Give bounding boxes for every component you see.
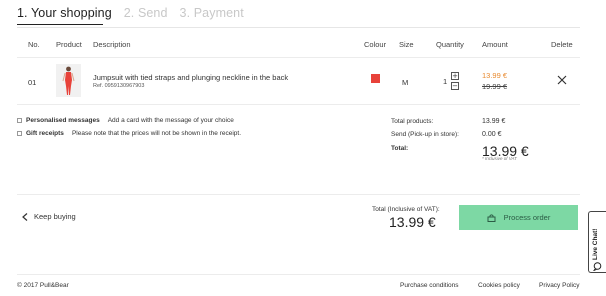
step-send[interactable]: 2. Send [124,6,168,20]
header-product: Product [56,40,82,49]
chat-bubble-icon [593,262,602,271]
price-original: 19.99 € [482,82,508,91]
send-label: Send (Pick-up in store): [391,131,459,138]
shopping-bag-icon [487,213,496,222]
inclusive-vat-note: * Inclusive of VAT [482,156,517,161]
header-size: Size [399,40,414,49]
product-image [62,66,75,95]
footer-divider [17,274,580,275]
step-your-shopping[interactable]: 1. Your shopping [17,6,112,20]
total-inclusive-label: Total (Inclusive of VAT): [372,206,440,213]
header-delete: Delete [551,40,573,49]
header-quantity: Quantity [436,40,464,49]
live-chat-label: Live Chat! [592,228,599,260]
gift-receipts-desc: Please note that the prices will not be … [71,130,242,137]
colour-swatch [371,74,380,83]
delete-icon[interactable] [557,75,567,85]
personalised-messages-checkbox[interactable] [17,118,22,123]
summary-divider [17,194,580,195]
gift-receipts-checkbox[interactable] [17,131,22,136]
process-order-button[interactable]: Process order [459,205,578,230]
product-size: M [402,78,409,87]
chevron-left-icon [22,212,28,221]
step-payment[interactable]: 3. Payment [180,6,244,20]
price-current: 13.99 € [482,71,508,80]
header-colour: Colour [364,40,387,49]
quantity-increase-button[interactable]: + [451,72,459,80]
header-amount: Amount [482,40,508,49]
header-no: No. [28,40,40,49]
product-thumbnail[interactable] [56,64,81,97]
personalised-messages-title: Personalised messages [26,117,100,124]
header-description: Description [93,40,131,49]
total-inclusive-value: 13.99 € [389,214,436,230]
keep-buying-label: Keep buying [34,212,76,221]
copyright: © 2017 Pull&Bear [17,282,69,289]
row-divider [17,104,580,105]
quantity-decrease-button[interactable]: − [451,82,459,90]
quantity-value: 1 [443,77,448,86]
total-products-value: 13.99 € [482,118,506,125]
send-value: 0.00 € [482,131,502,138]
row-number: 01 [28,78,37,87]
header-divider [17,57,580,58]
steps-divider [17,27,580,28]
privacy-policy-link[interactable]: Privacy Policy [539,282,579,289]
gift-receipts-option[interactable]: Gift receipts Please note that the price… [17,130,241,137]
active-step-underline [17,24,103,25]
product-ref: Ref. 0959130967903 [93,83,145,89]
product-description[interactable]: Jumpsuit with tied straps and plunging n… [93,73,288,82]
keep-buying-link[interactable]: Keep buying [22,212,76,221]
gift-receipts-title: Gift receipts [26,130,64,137]
personalised-messages-desc: Add a card with the message of your choi… [107,117,234,124]
process-order-label: Process order [503,213,551,222]
total-label: Total: [391,145,409,152]
personalised-messages-option[interactable]: Personalised messages Add a card with th… [17,117,234,124]
checkout-steps: 1. Your shopping 2. Send 3. Payment [17,6,244,22]
total-products-label: Total products: [391,118,434,125]
purchase-conditions-link[interactable]: Purchase conditions [400,282,459,289]
live-chat-tab[interactable]: Live Chat! [588,211,606,273]
cookies-policy-link[interactable]: Cookies policy [478,282,520,289]
